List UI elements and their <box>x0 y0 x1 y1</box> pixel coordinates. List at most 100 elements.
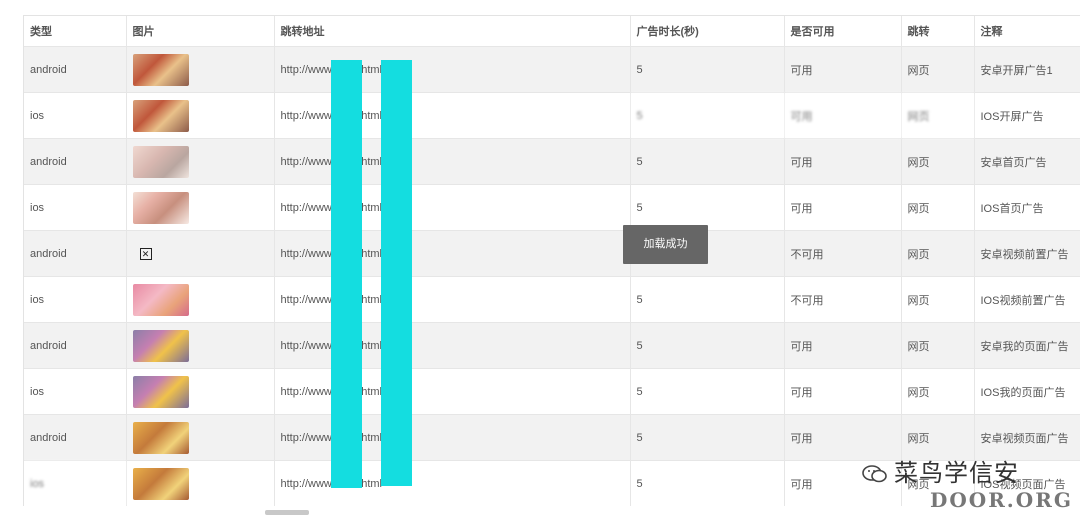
cell-jump: 网页 <box>901 322 975 369</box>
cell-note: IOS视频前置广告 <box>974 276 1080 323</box>
ad-thumbnail[interactable] <box>132 375 189 408</box>
table-row[interactable]: android✕http://www. .cn/ .html5不可用网页安卓视频… <box>24 230 1080 277</box>
cell-image <box>126 414 275 461</box>
cell-duration: 5 <box>630 46 785 93</box>
cell-url: http://www. .cn/ .html <box>274 322 631 369</box>
redaction-bar <box>331 60 362 488</box>
cell-available: 不可用 <box>784 276 902 323</box>
cell-available: 可用 <box>784 368 902 415</box>
table-row[interactable]: ios http://www. .cn/ .html5不可用网页IOS视频前置广告 <box>24 276 1080 323</box>
cell-image <box>126 92 275 139</box>
ad-thumbnail[interactable] <box>132 145 189 178</box>
cell-jump: 网页 <box>901 138 975 185</box>
ad-thumbnail[interactable] <box>132 329 189 362</box>
cell-image <box>126 276 275 323</box>
cell-available: 可用 <box>784 184 902 231</box>
cell-url: http://www. .cn/ .html <box>274 414 631 461</box>
ad-thumbnail[interactable] <box>132 283 189 316</box>
cell-image <box>126 46 275 93</box>
table-header-row: 类型 图片 跳转地址 广告时长(秒) 是否可用 跳转 注释 <box>24 16 1080 47</box>
ad-thumbnail[interactable] <box>132 99 189 132</box>
cell-duration: 5 <box>630 322 785 369</box>
toast-message: 加载成功 <box>623 225 708 264</box>
cell-duration: 5 <box>630 138 785 185</box>
header-duration[interactable]: 广告时长(秒) <box>630 16 785 47</box>
cell-jump: 网页 <box>901 276 975 323</box>
wechat-icon <box>862 465 887 483</box>
cell-duration: 5 <box>630 184 785 231</box>
cell-available: 可用 <box>784 92 902 139</box>
watermark-domain: DOOR.ORG <box>930 488 1073 512</box>
cell-duration: 5 <box>630 460 785 506</box>
header-type[interactable]: 类型 <box>24 16 127 47</box>
table-body: androidhttp://www. .cn/ .html5可用网页安卓开屏广告… <box>24 46 1080 506</box>
ad-thumbnail[interactable] <box>132 191 189 224</box>
cell-note: 安卓我的页面广告 <box>974 322 1080 369</box>
cell-type: ios <box>24 368 127 415</box>
cell-available: 可用 <box>784 322 902 369</box>
cell-duration: 5 <box>630 276 785 323</box>
cell-note: IOS我的页面广告 <box>974 368 1080 415</box>
header-image[interactable]: 图片 <box>126 16 275 47</box>
cell-duration: 5 <box>630 414 785 461</box>
cell-type: android <box>24 322 127 369</box>
ad-table-container: 类型 图片 跳转地址 广告时长(秒) 是否可用 跳转 注释 android htt… <box>23 15 1080 506</box>
cell-available: 可用 <box>784 46 902 93</box>
cell-image <box>126 138 275 185</box>
cell-type: ios <box>24 184 127 231</box>
cell-jump: 网页 <box>901 46 975 93</box>
cell-image <box>126 368 275 415</box>
watermark-title: 菜鸟学信安 <box>894 459 1019 487</box>
cell-type: ios <box>24 276 127 323</box>
cell-type: ios <box>24 92 127 139</box>
table-row[interactable]: ios http://www. .cn/ .html5可用网页IOS我的页面广告 <box>24 368 1080 415</box>
broken-image-icon: ✕ <box>139 247 152 260</box>
table-row[interactable]: android http://www. .cn/ .html5可用网页安卓首页广告 <box>24 138 1080 185</box>
horizontal-scrollbar-thumb[interactable] <box>265 510 309 515</box>
table-row[interactable]: android http://www. .cn/ .html5可用网页安卓我的页面… <box>24 322 1080 369</box>
cell-jump: 网页 <box>901 92 975 139</box>
cell-url: http://www. .cn/ .html <box>274 138 631 185</box>
table-row[interactable]: ios http://www. .cn/ .html5可用网页IOS首页广告 <box>24 184 1080 231</box>
cell-type: android <box>24 230 127 277</box>
cell-note: 安卓开屏广告1 <box>974 46 1080 93</box>
cell-note: IOS开屏广告 <box>974 92 1080 139</box>
cell-url: http://www. .cn/ .html <box>274 460 631 506</box>
cell-type: android <box>24 414 127 461</box>
watermark: 菜鸟学信安 DOOR.ORG <box>862 450 1080 515</box>
cell-image <box>126 460 275 506</box>
cell-type: android <box>24 138 127 185</box>
cell-url: http://www. .cn/ .html <box>274 92 631 139</box>
redaction-bar <box>381 60 412 486</box>
cell-available: 可用 <box>784 138 902 185</box>
ad-thumbnail[interactable] <box>132 53 189 86</box>
table-row[interactable]: android http://www. .cn/ .html5可用网页安卓开屏广告… <box>24 46 1080 93</box>
cell-image <box>126 322 275 369</box>
cell-jump: 网页 <box>901 184 975 231</box>
cell-type: ios <box>24 460 127 506</box>
cell-image: ✕ <box>126 230 275 277</box>
cell-note: 安卓首页广告 <box>974 138 1080 185</box>
ad-thumbnail[interactable] <box>132 467 189 500</box>
header-url[interactable]: 跳转地址 <box>274 16 631 47</box>
cell-url: http://www. .cn/ .html <box>274 368 631 415</box>
header-jump[interactable]: 跳转 <box>901 16 975 47</box>
cell-url: http://www. .cn/ .html <box>274 46 631 93</box>
cell-available: 不可用 <box>784 230 902 277</box>
cell-jump: 网页 <box>901 230 975 277</box>
header-available[interactable]: 是否可用 <box>784 16 902 47</box>
cell-jump: 网页 <box>901 368 975 415</box>
table-row[interactable]: ios http://www. .cn/ .html5可用网页IOS开屏广告 <box>24 92 1080 139</box>
cell-duration: 5 <box>630 368 785 415</box>
cell-note: IOS首页广告 <box>974 184 1080 231</box>
cell-type: android <box>24 46 127 93</box>
cell-url: http://www. .cn/ .html <box>274 230 631 277</box>
ad-thumbnail[interactable] <box>132 421 189 454</box>
cell-url: http://www. .cn/ .html <box>274 276 631 323</box>
ad-table: 类型 图片 跳转地址 广告时长(秒) 是否可用 跳转 注释 android htt… <box>24 16 1080 506</box>
cell-url: http://www. .cn/ .html <box>274 184 631 231</box>
cell-image <box>126 184 275 231</box>
cell-duration: 5 <box>630 92 785 139</box>
cell-note: 安卓视频前置广告 <box>974 230 1080 277</box>
header-note[interactable]: 注释 <box>974 16 1080 47</box>
